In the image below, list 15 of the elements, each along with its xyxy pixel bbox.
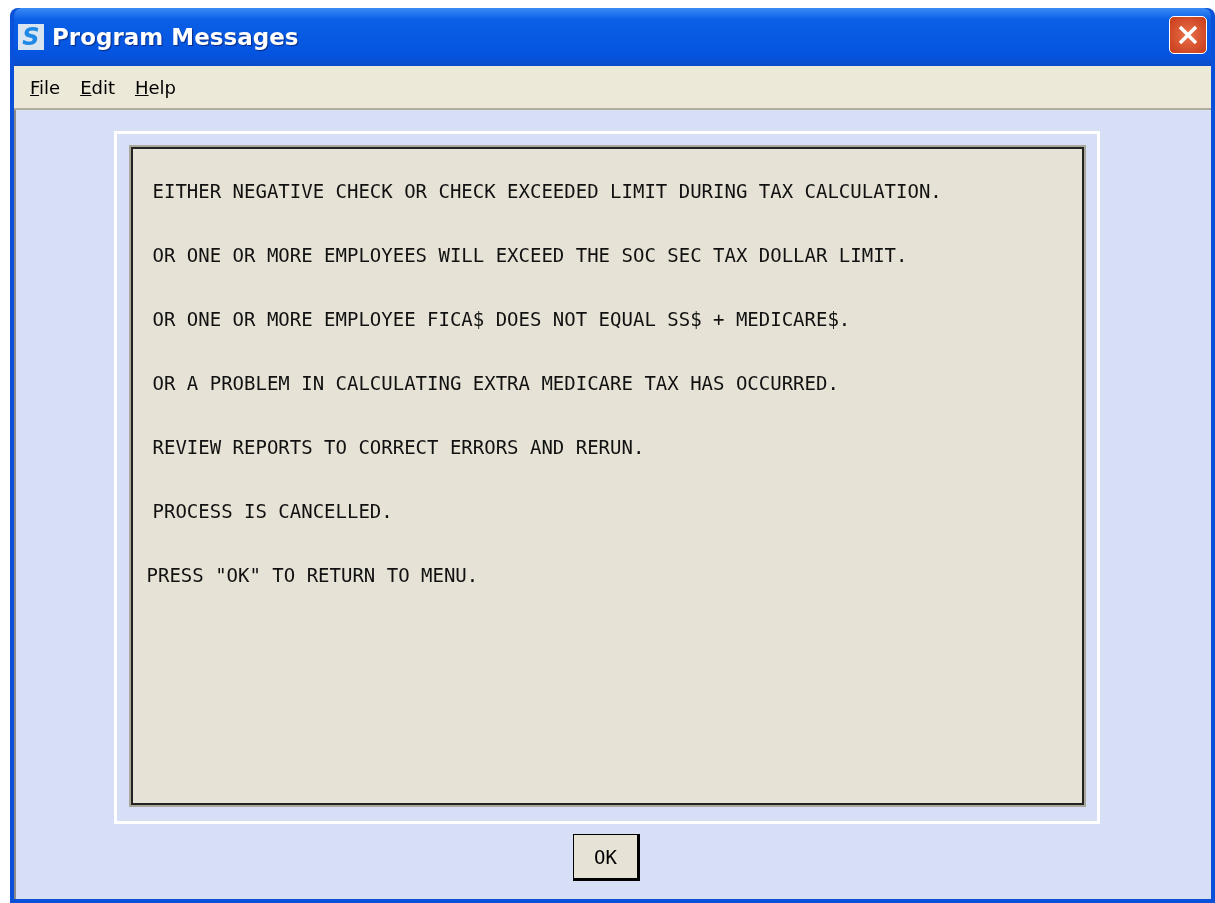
message-line: EITHER NEGATIVE CHECK OR CHECK EXCEEDED LIMIT DURING TAX CALCULATION.	[152, 179, 943, 203]
app-icon: S	[18, 24, 44, 50]
close-icon	[1177, 24, 1199, 46]
ok-button[interactable]: OK	[573, 834, 640, 881]
message-line: OR ONE OR MORE EMPLOYEES WILL EXCEED THE SOC SEC TAX DOLLAR LIMIT.	[152, 243, 909, 267]
menu-item[interactable]: Help	[127, 76, 185, 98]
window-title: Program Messages	[52, 24, 300, 50]
message-line: PRESS "OK" TO RETURN TO MENU.	[146, 563, 480, 587]
close-button[interactable]	[1169, 16, 1207, 54]
message-line: OR ONE OR MORE EMPLOYEE FICA$ DOES NOT EQUAL SS$ + MEDICARE$.	[152, 307, 852, 331]
message-line: OR A PROBLEM IN CALCULATING EXTRA MEDICARE TAX HAS OCCURRED.	[152, 371, 840, 395]
message-line: PROCESS IS CANCELLED.	[152, 499, 394, 523]
message-line: REVIEW REPORTS TO CORRECT ERRORS AND RERUN.	[152, 435, 646, 459]
menu-item[interactable]: File	[22, 76, 69, 98]
menu-item[interactable]: Edit	[72, 76, 123, 98]
